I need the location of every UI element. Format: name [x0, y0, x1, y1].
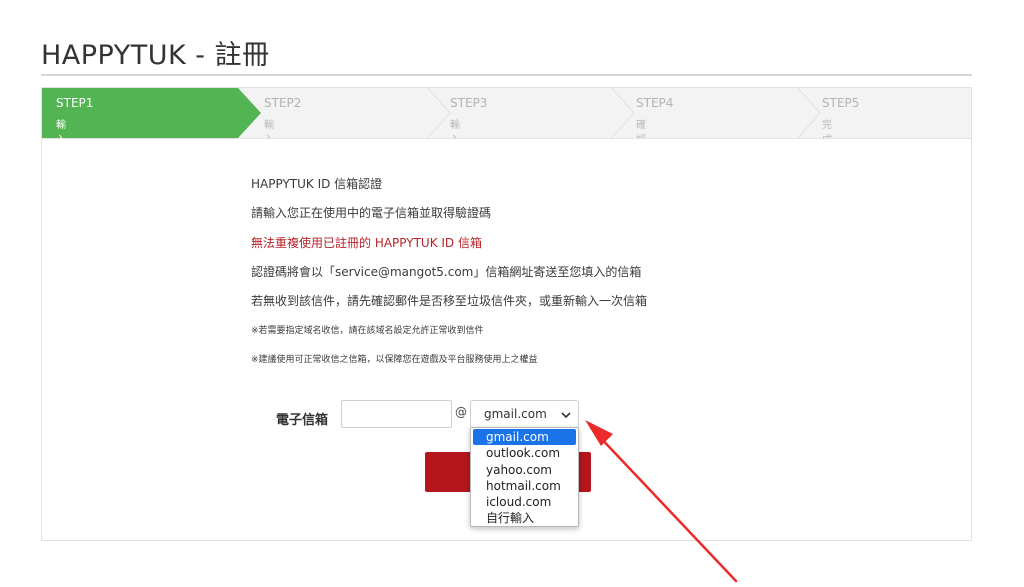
domain-option[interactable]: outlook.com	[473, 445, 576, 461]
step-1-label: STEP1	[56, 96, 94, 110]
step-3-sub: 輸入資料	[450, 120, 460, 138]
info-note-recommend: ※建議使用可正常收信之信箱，以保障您在遊戲及平台服務使用上之權益	[251, 355, 538, 365]
step-2-label: STEP2	[264, 96, 302, 110]
domain-option[interactable]: yahoo.com	[473, 462, 576, 478]
info-sender-notice: 認證碼將會以「service@mangot5.com」信箱網址寄送至您填入的信箱	[251, 265, 642, 279]
domain-select-value: gmail.com	[484, 407, 547, 421]
step-4-sub: 確認資料	[636, 120, 646, 138]
email-input[interactable]	[341, 400, 452, 428]
step-5-sub: 完成註冊	[822, 120, 832, 138]
page-title: HAPPYTUK - 註冊	[41, 40, 270, 71]
domain-select[interactable]: gmail.com	[470, 400, 579, 428]
email-label: 電子信箱	[276, 413, 329, 428]
title-divider	[41, 74, 972, 76]
info-note-domain: ※若需要指定域名收信，請在該域名設定允許正常收到信件	[251, 326, 484, 336]
step-1-sub: 輸入信箱	[56, 120, 66, 138]
step-3-label: STEP3	[450, 96, 488, 110]
at-sign: @	[455, 405, 467, 419]
domain-option[interactable]: hotmail.com	[473, 478, 576, 494]
step-4-label: STEP4	[636, 96, 674, 110]
info-heading: HAPPYTUK ID 信箱認證	[251, 177, 383, 191]
registration-panel: STEP1 輸入信箱 STEP2 輸入認證碼 STEP3 輸入資料 STEP4 …	[41, 87, 972, 541]
domain-dropdown-list: gmail.com outlook.com yahoo.com hotmail.…	[470, 427, 579, 527]
step-2-sub: 輸入認證碼	[264, 120, 274, 138]
warning-text: 無法重複使用已註冊的 HAPPYTUK ID 信箱	[251, 236, 482, 250]
info-instruction: 請輸入您正在使用中的電子信箱並取得驗證碼	[251, 206, 492, 220]
step-progress-bar: STEP1 輸入信箱 STEP2 輸入認證碼 STEP3 輸入資料 STEP4 …	[42, 88, 971, 139]
info-spam-notice: 若無收到該信件，請先確認郵件是否移至垃圾信件夾，或重新輸入一次信箱	[251, 294, 648, 308]
chevron-down-icon	[561, 412, 571, 419]
domain-option[interactable]: 自行輸入	[473, 510, 576, 526]
domain-option[interactable]: icloud.com	[473, 494, 576, 510]
domain-option[interactable]: gmail.com	[473, 429, 576, 446]
step-5-label: STEP5	[822, 96, 860, 110]
